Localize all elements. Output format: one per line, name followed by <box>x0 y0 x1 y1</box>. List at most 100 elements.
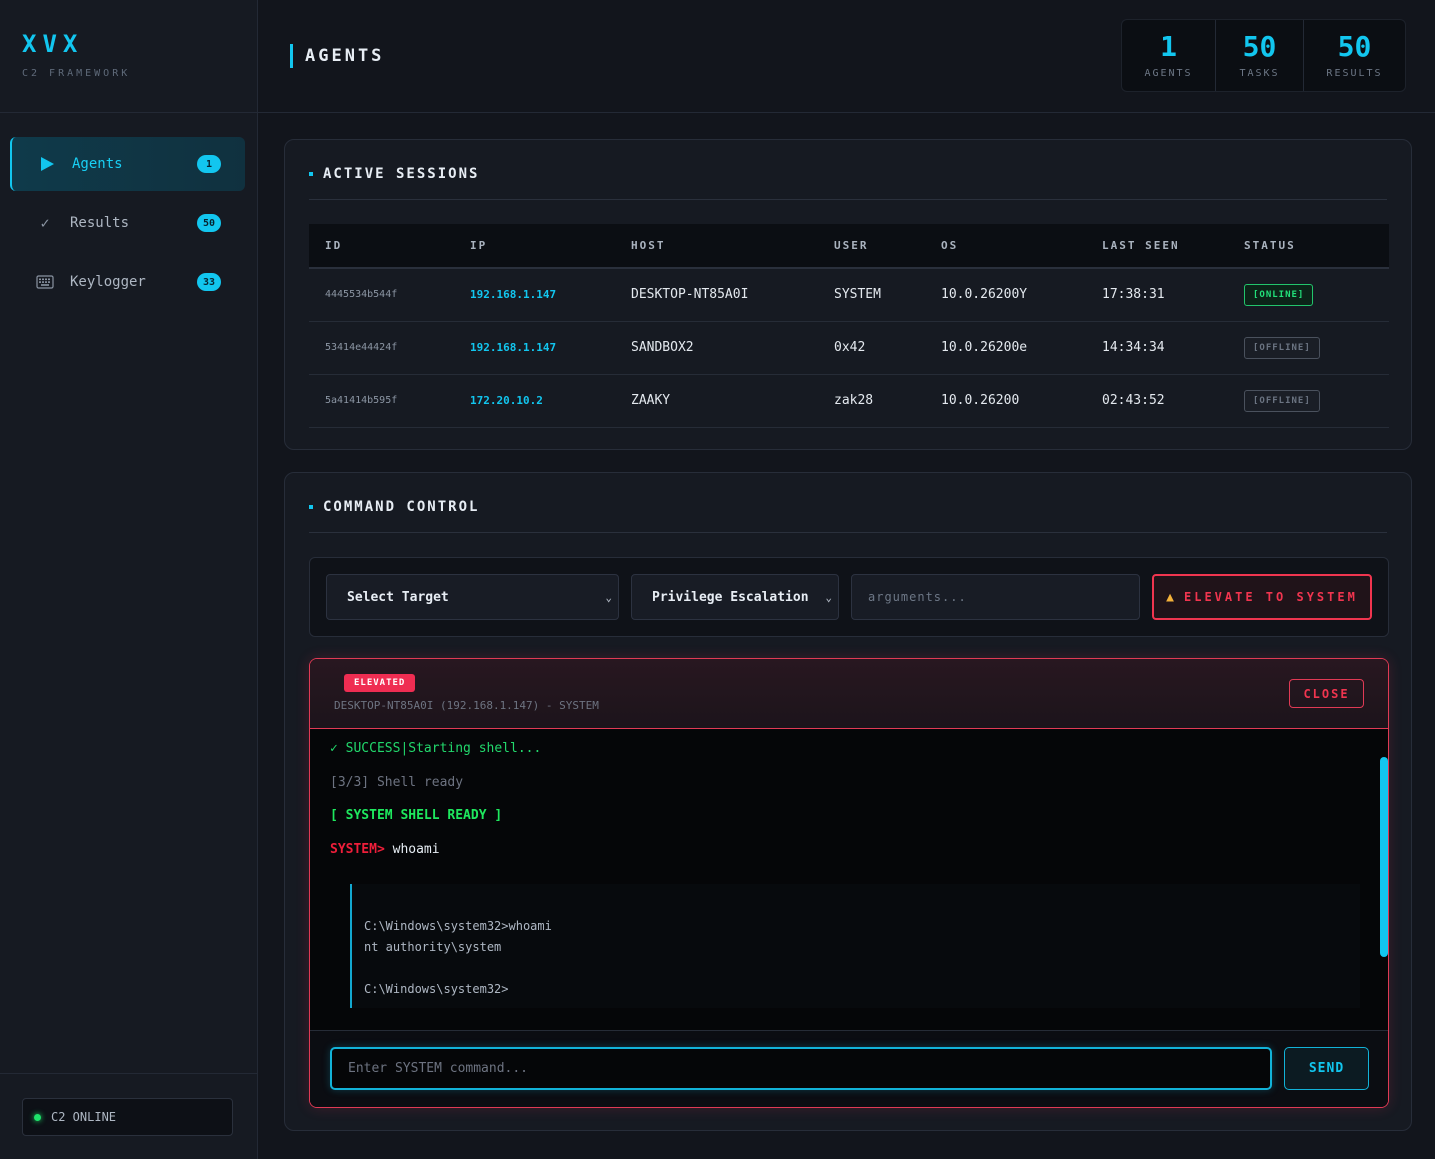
cell-host: SANDBOX2 <box>615 321 818 375</box>
table-row[interactable]: 4445534b544f 192.168.1.147 DESKTOP-NT85A… <box>309 268 1389 322</box>
target-select[interactable]: Select Target ⌄ <box>326 574 619 620</box>
cell-ip: 192.168.1.147 <box>454 268 615 322</box>
warning-icon: ▲ <box>1166 589 1174 605</box>
cell-last-seen: 17:38:31 <box>1086 268 1228 322</box>
table-header-row: ID IP HOST USER OS LAST SEEN STATUS <box>309 224 1389 269</box>
chevron-down-icon: ⌄ <box>825 591 832 604</box>
col-header-ip[interactable]: IP <box>454 224 615 269</box>
stat-tasks: 50 TASKS <box>1216 20 1304 91</box>
target-select-value: Select Target <box>347 589 449 605</box>
elevated-badge: ELEVATED <box>344 674 416 692</box>
shell-header: ELEVATED DESKTOP-NT85A0I (192.168.1.147)… <box>310 659 1388 729</box>
divider <box>309 532 1387 533</box>
stat-label: TASKS <box>1239 68 1280 79</box>
stats-panel: 1 AGENTS 50 TASKS 50 RESULTS <box>1121 19 1406 92</box>
sidebar-item-label: Agents <box>72 156 123 172</box>
col-header-last-seen[interactable]: LAST SEEN <box>1086 224 1228 269</box>
shell-command-text: whoami <box>392 841 440 857</box>
col-header-host[interactable]: HOST <box>615 224 818 269</box>
cell-status: [OFFLINE] <box>1228 374 1389 428</box>
sidebar-item-label: Keylogger <box>70 274 146 290</box>
cell-host: DESKTOP-NT85A0I <box>615 268 818 322</box>
divider <box>309 199 1387 200</box>
stat-label: AGENTS <box>1144 68 1193 79</box>
sidebar-nav: Agents 1 ✓ Results 50 Keylogger 33 <box>0 113 257 309</box>
brand: XVX C2 FRAMEWORK <box>0 0 257 113</box>
shell-line-step: [3/3] Shell ready <box>330 774 464 790</box>
sidebar-footer: C2 ONLINE <box>0 1073 257 1159</box>
module-select-value: Privilege Escalation <box>652 589 809 605</box>
command-controls: Select Target ⌄ Privilege Escalation ⌄ ▲… <box>309 557 1389 637</box>
stat-value: 50 <box>1337 30 1372 63</box>
keyboard-icon <box>36 273 54 291</box>
cell-id: 53414e44424f <box>309 321 454 375</box>
sidebar-item-results[interactable]: ✓ Results 50 <box>10 196 245 250</box>
cell-ip: 172.20.10.2 <box>454 374 615 428</box>
cell-status: [ONLINE] <box>1228 268 1389 322</box>
elevate-label: ELEVATE TO SYSTEM <box>1184 590 1358 604</box>
shell-scrollbar[interactable] <box>1380 757 1388 957</box>
brand-title: XVX <box>22 30 84 58</box>
shell-line-success: ✓ SUCCESS|Starting shell... <box>330 741 542 756</box>
check-icon: ✓ <box>40 214 50 232</box>
count-badge: 1 <box>197 155 221 173</box>
c2-status: C2 ONLINE <box>22 1098 233 1136</box>
arguments-input[interactable] <box>851 574 1140 620</box>
panel-title: ACTIVE SESSIONS <box>309 166 479 182</box>
col-header-user[interactable]: USER <box>818 224 925 269</box>
cell-status: [OFFLINE] <box>1228 321 1389 375</box>
sessions-title: ACTIVE SESSIONS <box>323 166 480 182</box>
cell-os: 10.0.26200 <box>925 374 1086 428</box>
bullet-icon <box>309 505 313 509</box>
sessions-panel: ACTIVE SESSIONS ID IP HOST USER OS LAST … <box>284 139 1412 450</box>
cell-ip: 192.168.1.147 <box>454 321 615 375</box>
status-badge: [ONLINE] <box>1244 283 1314 306</box>
sidebar-item-label: Results <box>70 215 130 231</box>
status-badge: [OFFLINE] <box>1244 336 1320 359</box>
cell-os: 10.0.26200e <box>925 321 1086 375</box>
cell-user: SYSTEM <box>818 268 925 322</box>
play-icon <box>38 155 56 173</box>
cell-id: 5a41414b595f <box>309 374 454 428</box>
shell-output: ✓ SUCCESS|Starting shell... [3/3] Shell … <box>310 730 1380 1030</box>
command-panel: COMMAND CONTROL Select Target ⌄ Privileg… <box>284 472 1412 1131</box>
stat-value: 50 <box>1242 30 1277 63</box>
cell-host: ZAAKY <box>615 374 818 428</box>
count-badge: 33 <box>196 273 221 291</box>
command-output-block: C:\Windows\system32>whoami nt authority\… <box>350 884 1360 1008</box>
col-header-os[interactable]: OS <box>925 224 1086 269</box>
chevron-down-icon: ⌄ <box>605 591 612 604</box>
sidebar: XVX C2 FRAMEWORK Agents 1 ✓ Results 50 K… <box>0 0 258 1159</box>
command-title: COMMAND CONTROL <box>323 499 480 515</box>
bullet-icon <box>309 172 313 176</box>
shell-line-command: SYSTEM> whoami <box>330 841 1360 877</box>
cell-last-seen: 02:43:52 <box>1086 374 1228 428</box>
stat-agents: 1 AGENTS <box>1122 20 1216 91</box>
col-header-id[interactable]: ID <box>309 224 454 269</box>
sidebar-item-keylogger[interactable]: Keylogger 33 <box>10 255 245 309</box>
sidebar-item-agents[interactable]: Agents 1 <box>10 137 245 191</box>
close-button[interactable]: CLOSE <box>1289 679 1364 708</box>
sessions-table: ID IP HOST USER OS LAST SEEN STATUS 4445… <box>309 224 1389 428</box>
table-row[interactable]: 5a41414b595f 172.20.10.2 ZAAKY zak28 10.… <box>309 374 1389 428</box>
panel-title: COMMAND CONTROL <box>309 499 479 515</box>
system-shell: ELEVATED DESKTOP-NT85A0I (192.168.1.147)… <box>309 658 1389 1108</box>
stat-results: 50 RESULTS <box>1304 20 1405 91</box>
cell-user: zak28 <box>818 374 925 428</box>
module-select[interactable]: Privilege Escalation ⌄ <box>631 574 839 620</box>
brand-subtitle: C2 FRAMEWORK <box>22 68 131 79</box>
shell-input-bar: SEND <box>310 1030 1388 1107</box>
count-badge: 50 <box>196 214 221 232</box>
status-badge: [OFFLINE] <box>1244 389 1320 412</box>
shell-prompt: SYSTEM> <box>330 841 385 857</box>
stat-label: RESULTS <box>1326 68 1383 79</box>
col-header-status[interactable]: STATUS <box>1228 224 1389 269</box>
table-row[interactable]: 53414e44424f 192.168.1.147 SANDBOX2 0x42… <box>309 321 1389 375</box>
status-dot-icon <box>34 1113 41 1121</box>
shell-line-ready: [ SYSTEM SHELL READY ] <box>330 808 503 823</box>
system-command-input[interactable] <box>330 1047 1272 1090</box>
page-title: AGENTS <box>290 44 384 68</box>
cell-last-seen: 14:34:34 <box>1086 321 1228 375</box>
elevate-button[interactable]: ▲ ELEVATE TO SYSTEM <box>1152 574 1372 620</box>
send-button[interactable]: SEND <box>1284 1047 1369 1090</box>
